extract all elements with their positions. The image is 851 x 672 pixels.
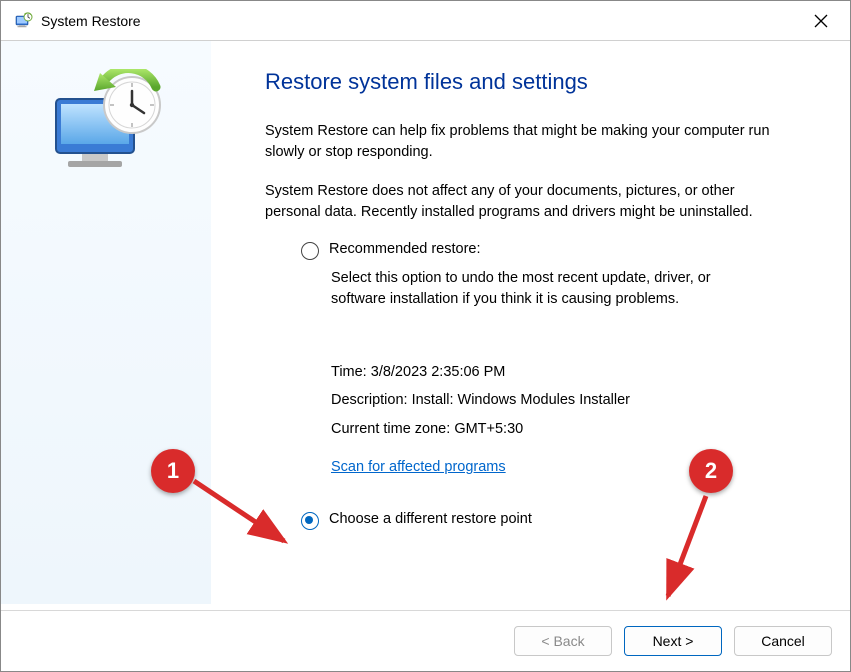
restore-options: Recommended restore: Select this option … bbox=[265, 241, 814, 530]
right-panel: Restore system files and settings System… bbox=[211, 41, 850, 604]
option-recommended[interactable]: Recommended restore: bbox=[265, 241, 814, 260]
intro-paragraph-1: System Restore can help fix problems tha… bbox=[265, 121, 775, 163]
next-button[interactable]: Next > bbox=[624, 626, 722, 656]
annotation-badge-2: 2 bbox=[689, 449, 733, 493]
scan-affected-link[interactable]: Scan for affected programs bbox=[331, 453, 506, 481]
cancel-button[interactable]: Cancel bbox=[734, 626, 832, 656]
detail-description: Description: Install: Windows Modules In… bbox=[331, 386, 814, 414]
close-button[interactable] bbox=[806, 6, 836, 36]
option-different-point[interactable]: Choose a different restore point bbox=[265, 511, 814, 530]
titlebar: System Restore bbox=[1, 1, 850, 41]
back-button[interactable]: < Back bbox=[514, 626, 612, 656]
detail-time: Time: 3/8/2023 2:35:06 PM bbox=[331, 358, 814, 386]
detail-time-label: Time: bbox=[331, 364, 367, 380]
option-recommended-label: Recommended restore: bbox=[329, 241, 481, 257]
intro-paragraph-2: System Restore does not affect any of yo… bbox=[265, 181, 775, 223]
close-icon bbox=[814, 14, 828, 28]
annotation-arrow-1 bbox=[184, 471, 304, 561]
titlebar-left: System Restore bbox=[15, 12, 141, 30]
restore-details: Time: 3/8/2023 2:35:06 PM Description: I… bbox=[331, 358, 814, 481]
page-title: Restore system files and settings bbox=[265, 69, 814, 95]
system-restore-icon bbox=[15, 12, 33, 30]
left-panel bbox=[1, 41, 211, 604]
detail-timezone: Current time zone: GMT+5:30 bbox=[331, 415, 814, 443]
radio-recommended-icon bbox=[301, 242, 319, 260]
detail-description-label: Description: bbox=[331, 392, 408, 408]
system-restore-window: System Restore bbox=[0, 0, 851, 672]
detail-timezone-value: GMT+5:30 bbox=[454, 421, 523, 437]
option-recommended-desc: Select this option to undo the most rece… bbox=[331, 268, 761, 310]
detail-timezone-label: Current time zone: bbox=[331, 421, 450, 437]
window-title: System Restore bbox=[41, 13, 141, 29]
detail-description-value: Install: Windows Modules Installer bbox=[412, 392, 630, 408]
footer: < Back Next > Cancel bbox=[1, 611, 850, 671]
option-different-label: Choose a different restore point bbox=[329, 511, 532, 527]
restore-large-icon bbox=[46, 69, 166, 179]
annotation-arrow-2 bbox=[656, 491, 726, 611]
detail-time-value: 3/8/2023 2:35:06 PM bbox=[371, 364, 506, 380]
